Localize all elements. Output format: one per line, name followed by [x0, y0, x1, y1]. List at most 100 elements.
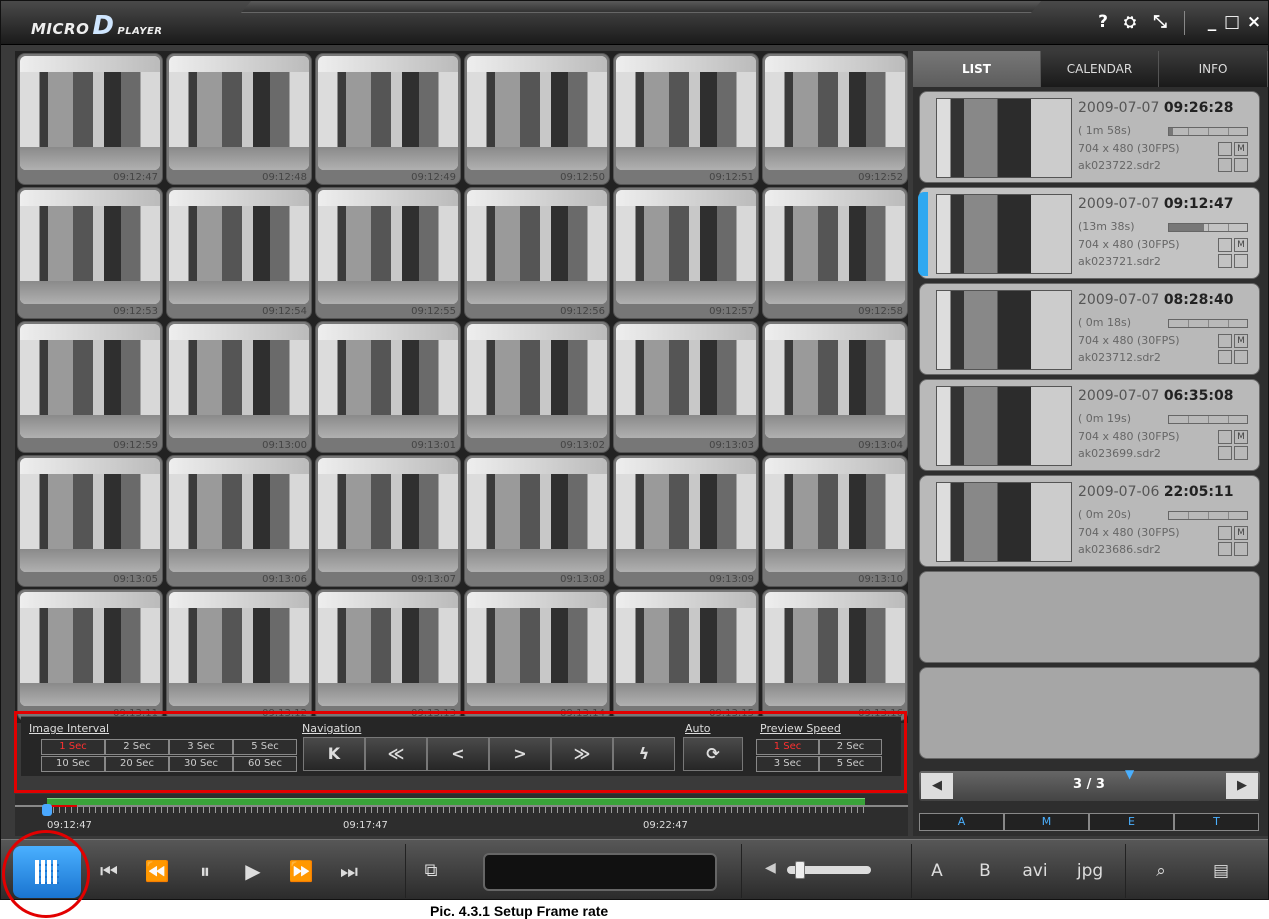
volume-knob[interactable]: [795, 861, 806, 879]
play-icon[interactable]: ▶: [233, 852, 273, 890]
recording-item[interactable]: 2009-07-07 09:12:47 (13m 38s) 704 x 480 (3…: [918, 187, 1260, 279]
frame-thumbnail[interactable]: 09:13:16: [762, 589, 908, 721]
frame-thumbnail[interactable]: 09:13:00: [166, 321, 312, 453]
frame-image: [616, 592, 756, 706]
first-frame-button[interactable]: K: [303, 737, 365, 771]
fast-forward-icon[interactable]: ⏩: [281, 852, 321, 890]
refresh-icon[interactable]: ⟳: [683, 737, 743, 771]
frame-image: [318, 190, 458, 304]
frame-thumbnail[interactable]: 09:12:57: [613, 187, 759, 319]
interval-option-button[interactable]: 10 Sec: [41, 756, 105, 772]
export-jpg-button[interactable]: jpg: [1067, 852, 1113, 890]
recording-progress-fill: [1169, 224, 1205, 231]
fast-back-button[interactable]: ≪: [365, 737, 427, 771]
export-avi-button[interactable]: avi: [1013, 852, 1057, 890]
minimize-button[interactable]: _: [1201, 12, 1223, 32]
fullscreen-icon[interactable]: ⧉: [411, 852, 451, 890]
recording-date: 2009-07-06: [1078, 484, 1164, 500]
tab-info[interactable]: INFO: [1159, 51, 1268, 87]
interval-option-button[interactable]: 5 Sec: [233, 739, 297, 755]
frame-thumbnail[interactable]: 09:12:56: [464, 187, 610, 319]
frame-thumbnail[interactable]: 09:12:47: [17, 53, 163, 185]
frame-thumbnail[interactable]: 09:13:15: [613, 589, 759, 721]
recording-filename: ak023686.sdr2: [1078, 543, 1161, 556]
filter-a-button[interactable]: A: [919, 813, 1004, 831]
prev-frame-button[interactable]: <: [427, 737, 489, 771]
mark-b-button[interactable]: B: [967, 852, 1003, 890]
settings-icon[interactable]: ⛭: [1119, 12, 1141, 32]
interval-option-button[interactable]: 3 Sec: [169, 739, 233, 755]
speed-option-button[interactable]: 3 Sec: [756, 756, 819, 772]
volume-slider[interactable]: ◀: [765, 858, 875, 882]
recording-item[interactable]: 2009-07-07 08:28:40 ( 0m 18s) 704 x 480 (3…: [919, 283, 1260, 375]
frame-thumbnail[interactable]: 09:12:49: [315, 53, 461, 185]
frame-thumbnail[interactable]: 09:12:54: [166, 187, 312, 319]
frame-thumbnail[interactable]: 09:13:06: [166, 455, 312, 587]
frame-thumbnail[interactable]: 09:13:01: [315, 321, 461, 453]
frame-timestamp: 09:12:58: [858, 306, 903, 317]
interval-option-button[interactable]: 2 Sec: [105, 739, 169, 755]
tab-calendar[interactable]: CALENDAR: [1041, 51, 1159, 87]
speed-option-button[interactable]: 2 Sec: [819, 739, 882, 755]
timeline[interactable]: 09:12:47 09:17:47 09:22:47: [15, 794, 908, 836]
frame-thumbnail[interactable]: 09:13:02: [464, 321, 610, 453]
maximize-button[interactable]: □: [1221, 12, 1243, 32]
last-frame-button[interactable]: ϟ: [613, 737, 675, 771]
next-frame-button[interactable]: >: [489, 737, 551, 771]
frame-timestamp: 09:13:01: [411, 440, 456, 451]
recording-resolution: 704 x 480 (30FPS): [1078, 238, 1180, 251]
tools-icon[interactable]: ⤡: [1149, 12, 1171, 32]
frame-thumbnail[interactable]: 09:13:10: [762, 455, 908, 587]
interval-option-button[interactable]: 20 Sec: [105, 756, 169, 772]
speed-option-button[interactable]: 5 Sec: [819, 756, 882, 772]
filter-e-button[interactable]: E: [1089, 813, 1174, 831]
speed-option-button[interactable]: 1 Sec: [756, 739, 819, 755]
frame-timestamp: 09:12:52: [858, 172, 903, 183]
frame-thumbnail[interactable]: 09:13:05: [17, 455, 163, 587]
frame-thumbnail[interactable]: 09:13:08: [464, 455, 610, 587]
help-icon[interactable]: ?: [1092, 12, 1114, 32]
frame-thumbnail[interactable]: 09:12:55: [315, 187, 461, 319]
recording-date: 2009-07-07: [1078, 100, 1164, 116]
close-button[interactable]: ×: [1243, 12, 1265, 32]
interval-option-button[interactable]: 60 Sec: [233, 756, 297, 772]
pause-icon[interactable]: ⏸: [185, 852, 225, 890]
frame-timestamp: 09:13:09: [709, 574, 754, 585]
frame-thumbnail[interactable]: 09:13:07: [315, 455, 461, 587]
marker-box: [1234, 350, 1248, 364]
recording-item[interactable]: 2009-07-07 06:35:08 ( 0m 19s) 704 x 480 (3…: [919, 379, 1260, 471]
frame-thumbnail[interactable]: 09:13:11: [17, 589, 163, 721]
frame-thumbnail[interactable]: 09:12:58: [762, 187, 908, 319]
frame-thumbnail[interactable]: 09:12:48: [166, 53, 312, 185]
frame-thumbnail[interactable]: 09:12:51: [613, 53, 759, 185]
frame-thumbnail[interactable]: 09:13:03: [613, 321, 759, 453]
prev-page-button[interactable]: ◀: [921, 773, 953, 799]
recording-item[interactable]: 2009-07-07 09:26:28 ( 1m 58s) 704 x 480 (3…: [919, 91, 1260, 183]
next-page-button[interactable]: ▶: [1226, 773, 1258, 799]
multi-frame-view-button[interactable]: [13, 846, 81, 898]
timeline-handle[interactable]: [42, 804, 52, 816]
frame-image: [616, 458, 756, 572]
frame-thumbnail[interactable]: 09:13:12: [166, 589, 312, 721]
frame-thumbnail[interactable]: 09:12:50: [464, 53, 610, 185]
skip-end-icon[interactable]: ⏭: [329, 852, 369, 890]
frame-thumbnail[interactable]: 09:12:53: [17, 187, 163, 319]
interval-option-button[interactable]: 1 Sec: [41, 739, 105, 755]
mark-a-button[interactable]: A: [919, 852, 955, 890]
frame-thumbnail[interactable]: 09:13:13: [315, 589, 461, 721]
frame-thumbnail[interactable]: 09:12:59: [17, 321, 163, 453]
frame-thumbnail[interactable]: 09:13:04: [762, 321, 908, 453]
skip-start-icon[interactable]: ⏮: [89, 852, 129, 890]
recording-item[interactable]: 2009-07-06 22:05:11 ( 0m 20s) 704 x 480 (3…: [919, 475, 1260, 567]
filter-m-button[interactable]: M: [1004, 813, 1089, 831]
frame-thumbnail[interactable]: 09:12:52: [762, 53, 908, 185]
search-icon[interactable]: ⌕: [1141, 852, 1181, 890]
frame-thumbnail[interactable]: 09:13:09: [613, 455, 759, 587]
filter-t-button[interactable]: T: [1174, 813, 1259, 831]
rewind-icon[interactable]: ⏪: [137, 852, 177, 890]
fast-forward-button[interactable]: ≫: [551, 737, 613, 771]
tab-list[interactable]: LIST: [913, 51, 1041, 87]
interval-option-button[interactable]: 30 Sec: [169, 756, 233, 772]
folder-icon[interactable]: ▤: [1201, 852, 1241, 890]
frame-thumbnail[interactable]: 09:13:14: [464, 589, 610, 721]
